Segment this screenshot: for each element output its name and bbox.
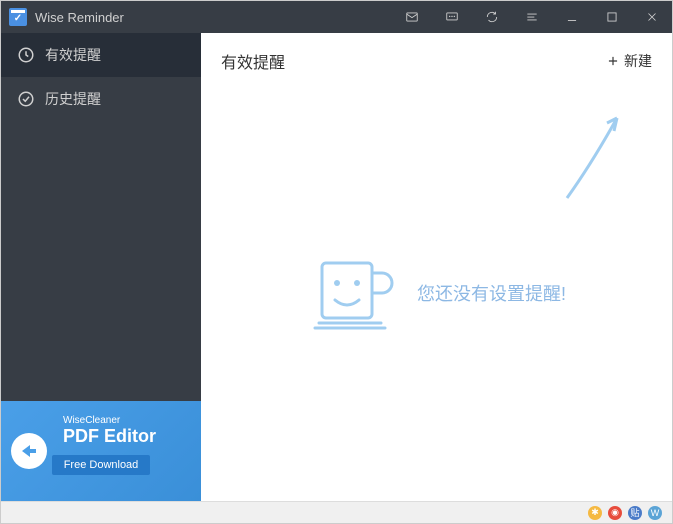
maximize-button[interactable]	[592, 1, 632, 33]
main-panel: 有效提醒 新建	[201, 33, 672, 501]
feedback-icon	[445, 10, 459, 24]
sidebar: 有效提醒 历史提醒 WiseCleaner PDF Editor Free Do…	[1, 33, 201, 501]
clock-icon	[17, 46, 35, 64]
tray-icon-weibo[interactable]: ◉	[608, 506, 622, 520]
titlebar-buttons	[392, 1, 672, 33]
titlebar: Wise Reminder	[1, 1, 672, 33]
main-header: 有效提醒 新建	[201, 33, 672, 85]
tray-icon-wise[interactable]: W	[648, 506, 662, 520]
tray-icon-1[interactable]: ✱	[588, 506, 602, 520]
check-circle-icon	[17, 90, 35, 108]
page-title: 有效提醒	[221, 49, 285, 73]
tray-icon-tieba[interactable]: 贴	[628, 506, 642, 520]
empty-text: 您还没有设置提醒!	[417, 280, 566, 306]
app-window: Wise Reminder	[0, 0, 673, 524]
mail-icon	[405, 10, 419, 24]
close-icon	[645, 10, 659, 24]
plus-icon	[606, 54, 620, 68]
sidebar-label: 有效提醒	[45, 45, 101, 65]
promo-brand: WiseCleaner	[63, 415, 189, 426]
new-reminder-button[interactable]: 新建	[606, 51, 652, 71]
content: 有效提醒 历史提醒 WiseCleaner PDF Editor Free Do…	[1, 33, 672, 501]
new-button-label: 新建	[624, 51, 652, 71]
refresh-icon	[485, 10, 499, 24]
hint-arrow-icon	[552, 103, 632, 203]
app-icon	[9, 8, 27, 26]
promo-title: PDF Editor	[63, 426, 189, 447]
menu-icon	[525, 10, 539, 24]
close-button[interactable]	[632, 1, 672, 33]
minimize-icon	[565, 10, 579, 24]
pdf-icon	[9, 431, 49, 471]
mail-button[interactable]	[392, 1, 432, 33]
refresh-button[interactable]	[472, 1, 512, 33]
maximize-icon	[605, 10, 619, 24]
feedback-button[interactable]	[432, 1, 472, 33]
sidebar-item-history[interactable]: 历史提醒	[1, 77, 201, 121]
promo-banner[interactable]: WiseCleaner PDF Editor Free Download	[1, 401, 201, 501]
cup-icon	[307, 248, 397, 338]
sidebar-item-active-reminders[interactable]: 有效提醒	[1, 33, 201, 77]
titlebar-left: Wise Reminder	[1, 8, 392, 26]
promo-download-button[interactable]: Free Download	[52, 455, 151, 475]
sidebar-items: 有效提醒 历史提醒	[1, 33, 201, 401]
empty-row: 您还没有设置提醒!	[307, 248, 566, 338]
minimize-button[interactable]	[552, 1, 592, 33]
sidebar-label: 历史提醒	[45, 89, 101, 109]
menu-button[interactable]	[512, 1, 552, 33]
tray-bar: ✱ ◉ 贴 W	[1, 501, 672, 523]
app-title: Wise Reminder	[35, 10, 124, 25]
